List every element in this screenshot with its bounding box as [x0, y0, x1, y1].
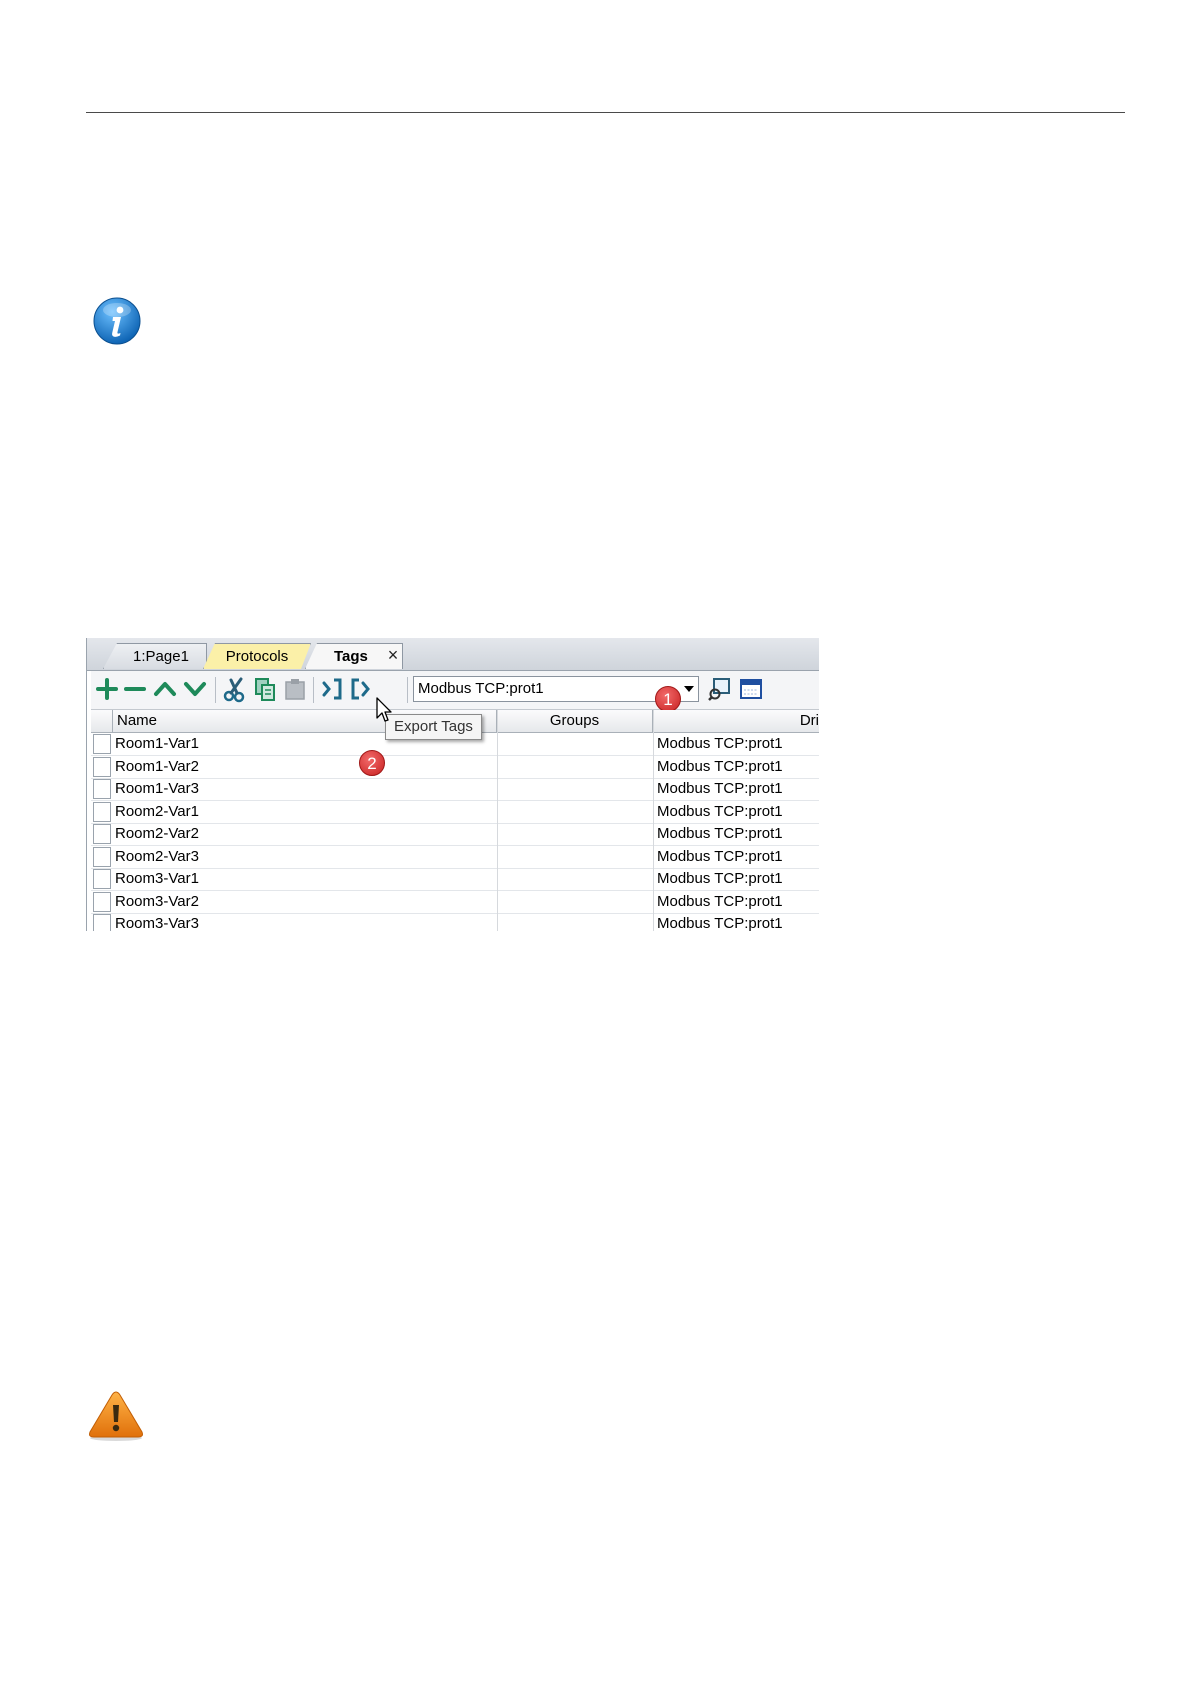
add-icon[interactable]: [93, 675, 121, 703]
row-selector[interactable]: [93, 756, 111, 777]
tab-page1[interactable]: 1:Page1: [103, 643, 207, 669]
paste-icon[interactable]: [281, 675, 309, 703]
callout-badge-2: 2: [359, 750, 385, 776]
remove-icon[interactable]: [121, 675, 149, 703]
toolbar-separator: [215, 677, 216, 703]
protocol-select-value: Modbus TCP:prot1: [418, 680, 544, 697]
tab-bar: 1:Page1 Protocols Tags ×: [87, 638, 819, 671]
move-down-icon[interactable]: [181, 675, 209, 703]
toolbar-separator: [313, 677, 314, 703]
cell-tag-driver[interactable]: Modbus TCP:prot1: [657, 823, 783, 845]
row-selector[interactable]: [93, 891, 111, 912]
table-row[interactable]: Room3-Var2 Modbus TCP:prot1: [91, 891, 819, 914]
close-tab-icon[interactable]: ×: [385, 644, 401, 666]
row-selector[interactable]: [93, 914, 111, 931]
cell-tag-name[interactable]: Room2-Var2: [115, 823, 199, 845]
tags-editor-screenshot: 1:Page1 Protocols Tags × Modbus TCP:prot…: [86, 638, 819, 931]
move-up-icon[interactable]: [151, 675, 179, 703]
cell-tag-name[interactable]: Room2-Var3: [115, 846, 199, 868]
tab-protocols[interactable]: Protocols: [203, 643, 311, 669]
table-row[interactable]: Room1-Var3 Modbus TCP:prot1: [91, 778, 819, 801]
header-rule: [86, 112, 1125, 113]
table-row[interactable]: Room2-Var1 Modbus TCP:prot1: [91, 801, 819, 824]
tags-grid: Name Groups Dri Room1-Var1 Modbus TCP:pro…: [91, 710, 819, 931]
table-row[interactable]: Room2-Var2 Modbus TCP:prot1: [91, 823, 819, 846]
toolbar: Modbus TCP:prot1: [91, 671, 819, 710]
cell-tag-driver[interactable]: Modbus TCP:prot1: [657, 868, 783, 890]
cell-tag-name[interactable]: Room2-Var1: [115, 801, 199, 823]
chevron-down-icon[interactable]: [684, 686, 694, 692]
cell-tag-name[interactable]: Room1-Var3: [115, 778, 199, 800]
cell-tag-name[interactable]: Room3-Var1: [115, 868, 199, 890]
table-row[interactable]: Room2-Var3 Modbus TCP:prot1: [91, 846, 819, 869]
row-selector[interactable]: [93, 846, 111, 867]
column-divider: [497, 710, 498, 931]
callout-badge-1: 1: [655, 686, 681, 712]
cell-tag-driver[interactable]: Modbus TCP:prot1: [657, 778, 783, 800]
row-selector[interactable]: [93, 824, 111, 844]
cell-tag-driver[interactable]: Modbus TCP:prot1: [657, 913, 783, 931]
info-icon: [93, 297, 141, 345]
row-selector[interactable]: [93, 779, 111, 799]
table-row[interactable]: Room3-Var3 Modbus TCP:prot1: [91, 913, 819, 931]
copy-icon[interactable]: [251, 675, 279, 703]
cell-tag-name[interactable]: Room1-Var1: [115, 733, 199, 755]
column-header-groups[interactable]: Groups: [497, 710, 653, 732]
row-selector[interactable]: [93, 869, 111, 889]
toolbar-separator: [407, 677, 408, 703]
cell-tag-driver[interactable]: Modbus TCP:prot1: [657, 891, 783, 913]
row-selector[interactable]: [93, 734, 111, 754]
column-divider: [653, 710, 654, 931]
cell-tag-driver[interactable]: Modbus TCP:prot1: [657, 846, 783, 868]
warning-icon: [89, 1391, 143, 1441]
import-tags-icon[interactable]: [319, 675, 347, 703]
export-tags-tooltip: Export Tags: [385, 714, 482, 740]
cell-tag-name[interactable]: Room3-Var2: [115, 891, 199, 913]
table-row[interactable]: Room1-Var2 Modbus TCP:prot1: [91, 756, 819, 779]
cell-tag-driver[interactable]: Modbus TCP:prot1: [657, 756, 783, 778]
cell-tag-driver[interactable]: Modbus TCP:prot1: [657, 733, 783, 755]
cell-tag-name[interactable]: Room1-Var2: [115, 756, 199, 778]
window-icon[interactable]: [737, 675, 765, 703]
table-row[interactable]: Room3-Var1 Modbus TCP:prot1: [91, 868, 819, 891]
column-header-driver[interactable]: Dri: [653, 710, 819, 732]
cut-icon[interactable]: [221, 675, 249, 703]
export-tags-icon[interactable]: [347, 675, 375, 703]
cell-tag-name[interactable]: Room3-Var3: [115, 913, 199, 931]
row-selector[interactable]: [93, 801, 111, 822]
cell-tag-driver[interactable]: Modbus TCP:prot1: [657, 801, 783, 823]
mouse-pointer-icon: [376, 697, 392, 722]
header-row-selector: [91, 710, 113, 732]
tag-browse-icon[interactable]: [705, 675, 733, 703]
